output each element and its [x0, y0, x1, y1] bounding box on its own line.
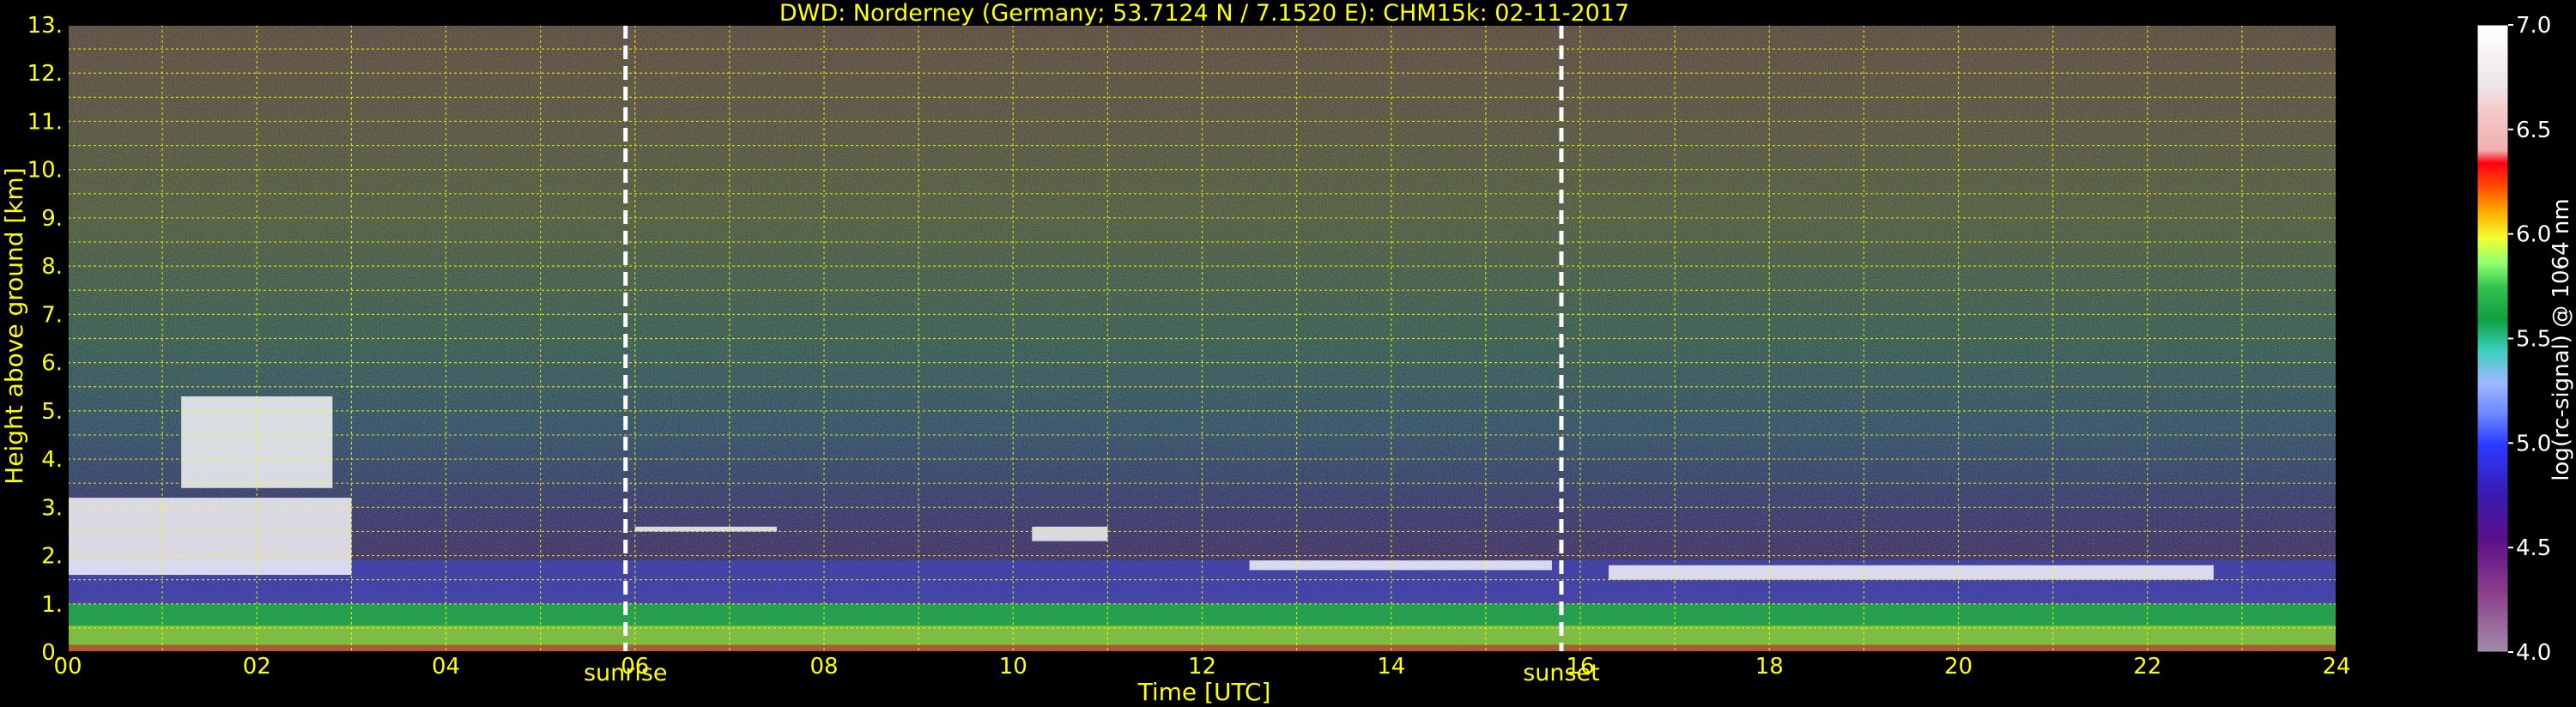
- colorbar-tick-label: 5.5: [2516, 327, 2551, 353]
- y-axis-title: Height above ground [km]: [0, 167, 28, 485]
- ceilometer-figure: sunrise sunset 00 02 04 06 08 10 12 14 16 18 20 22 24…: [0, 0, 2574, 706]
- colorbar-tick-label: 7.0: [2516, 13, 2551, 39]
- cloud-layer: [68, 498, 352, 576]
- x-tick-label: 16: [1566, 654, 1594, 680]
- y-tick-label: 6.: [41, 351, 63, 377]
- colorbar-tick-label: 5.0: [2516, 431, 2551, 456]
- x-tick-label: 14: [1377, 654, 1405, 680]
- y-tick-label: 10.: [27, 158, 63, 184]
- x-tick-label: 04: [432, 654, 460, 680]
- cloud-layer: [1609, 565, 2214, 580]
- colorbar-tick-label: 6.0: [2516, 222, 2551, 248]
- x-tick-label: 20: [1944, 654, 1973, 680]
- cloud-layer: [1032, 526, 1108, 541]
- x-tick-label: 22: [2133, 654, 2161, 680]
- x-tick-label: 02: [243, 654, 271, 680]
- colorbar: 4.0 4.5 5.0 5.5 6.0 6.5 7.0: [2476, 13, 2551, 666]
- x-tick-label: 12: [1188, 654, 1216, 680]
- y-tick-label: 9.: [41, 206, 63, 232]
- x-tick-label: 24: [2322, 654, 2350, 680]
- colorbar-tick-label: 4.0: [2516, 640, 2551, 666]
- colorbar-title: log(rc-signal) @ 1064 nm: [2549, 198, 2574, 480]
- y-tick-label: 0.: [41, 640, 63, 666]
- colorbar-tick-label: 4.5: [2516, 535, 2551, 561]
- y-tick-label: 3.: [41, 495, 63, 521]
- y-tick-label: 2.: [41, 544, 63, 570]
- x-axis-title: Time [UTC]: [1137, 678, 1271, 706]
- x-tick-label: 06: [621, 654, 649, 680]
- y-tick-label: 13.: [27, 13, 63, 39]
- y-tick-label: 1.: [41, 592, 63, 618]
- y-tick-label: 5.: [41, 399, 63, 425]
- colorbar-tick-label: 6.5: [2516, 118, 2551, 143]
- chart-title: DWD: Norderney (Germany; 53.7124 N / 7.1…: [779, 0, 1629, 27]
- cloud-layer: [1249, 560, 1552, 571]
- y-tick-label: 4.: [41, 447, 63, 473]
- y-tick-label: 11.: [27, 109, 63, 135]
- x-tick-label: 08: [809, 654, 838, 680]
- colorbar-scale: [2476, 24, 2509, 653]
- y-tick-label: 12.: [27, 61, 63, 87]
- cloud-layer: [634, 526, 777, 532]
- x-tick-label: 10: [999, 654, 1027, 680]
- x-tick-label: 18: [1755, 654, 1784, 680]
- y-tick-label: 7.: [41, 302, 63, 328]
- y-tick-label: 8.: [41, 254, 63, 280]
